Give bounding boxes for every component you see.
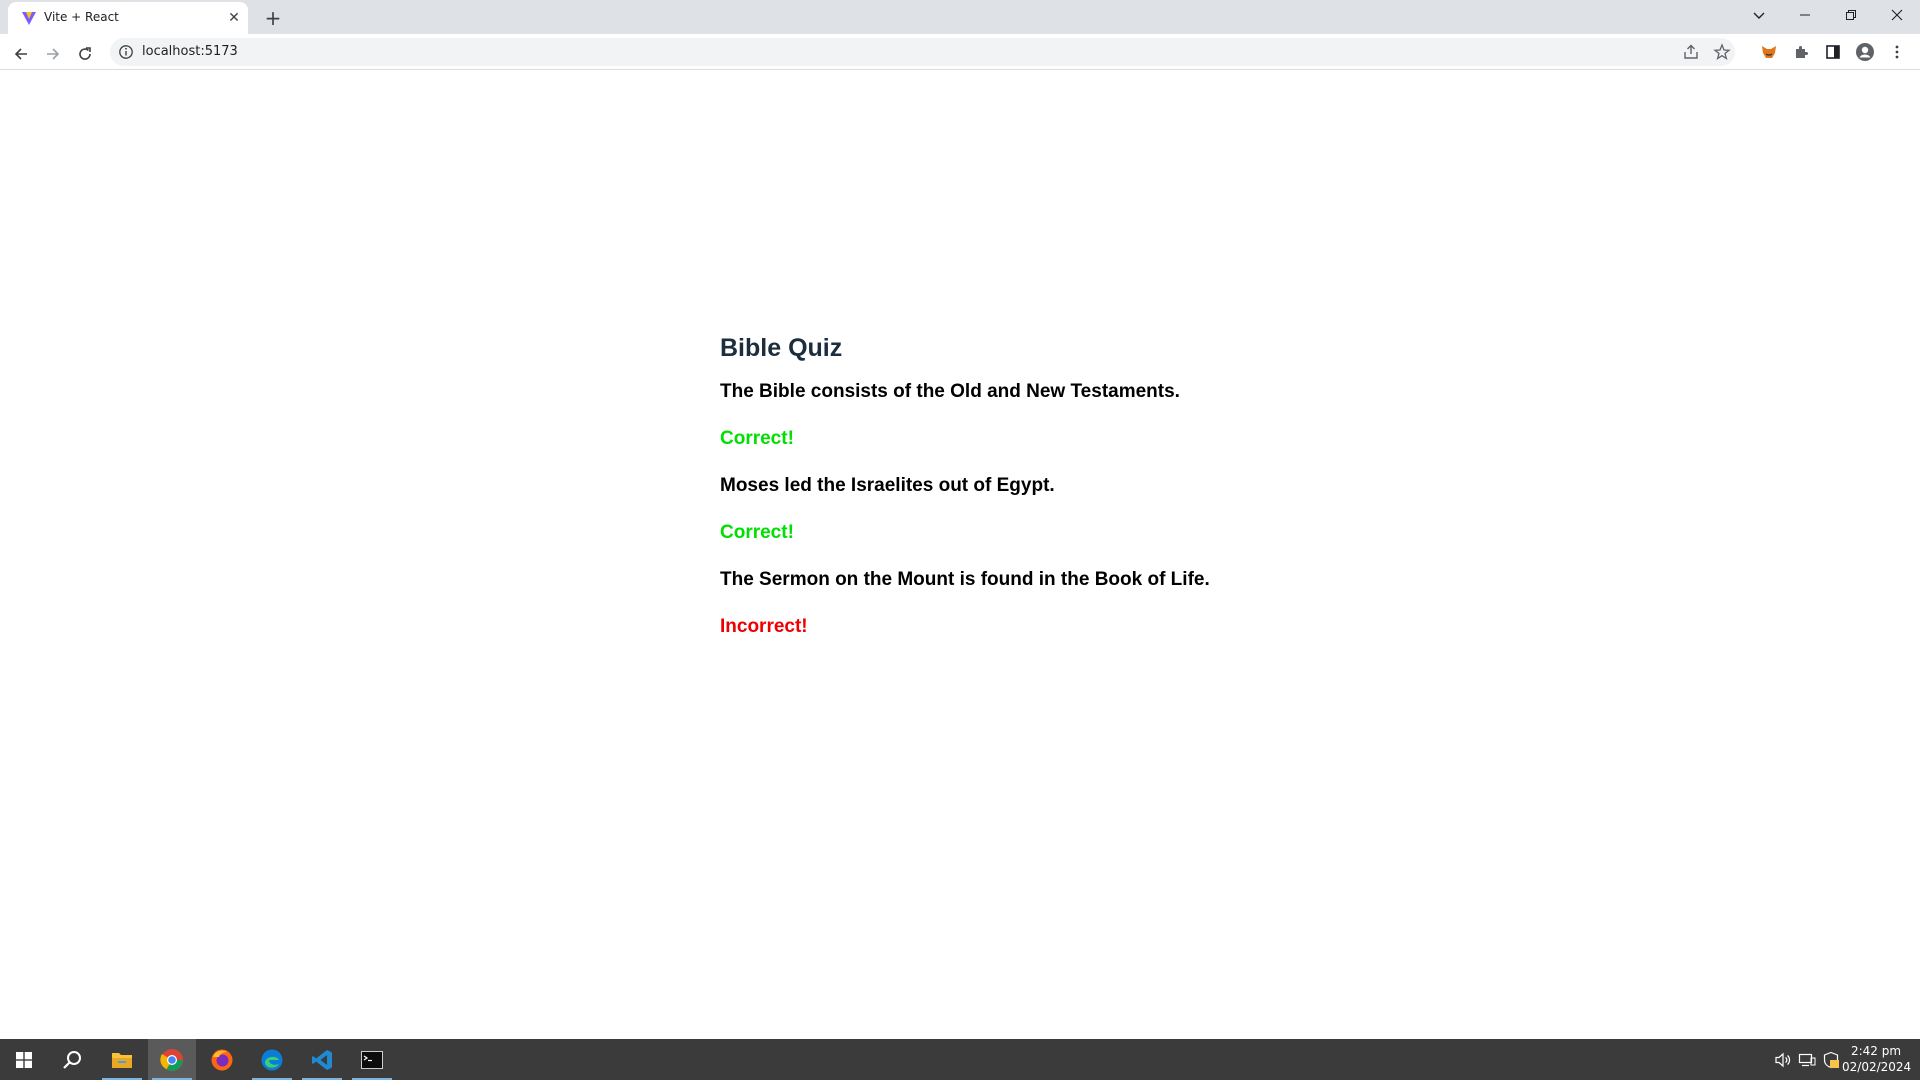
edge-icon bbox=[261, 1049, 283, 1070]
quiz-items: The Bible consists of the Old and New Te… bbox=[720, 378, 1420, 641]
result-correct: Correct! bbox=[720, 428, 794, 449]
profile-button[interactable] bbox=[1854, 41, 1876, 63]
tab-search-button[interactable] bbox=[1736, 0, 1782, 30]
star-icon[interactable] bbox=[1713, 43, 1731, 61]
minimize-button[interactable] bbox=[1782, 0, 1828, 30]
windows-icon bbox=[16, 1051, 32, 1068]
result-correct: Correct! bbox=[720, 522, 794, 543]
menu-button[interactable] bbox=[1886, 41, 1908, 63]
taskbar-clock[interactable]: 2:42 pm 02/02/2024 bbox=[1842, 1043, 1912, 1075]
quiz-question: Moses led the Israelites out of Egypt. bbox=[720, 475, 1055, 496]
forward-button[interactable] bbox=[39, 40, 67, 68]
edge-button[interactable] bbox=[248, 1039, 296, 1080]
terminal-button[interactable] bbox=[348, 1039, 396, 1080]
firefox-icon bbox=[211, 1049, 233, 1070]
side-panel-icon bbox=[1826, 45, 1840, 59]
file-explorer-button[interactable] bbox=[98, 1039, 146, 1080]
arrow-right-icon bbox=[47, 48, 60, 60]
info-icon[interactable] bbox=[118, 44, 134, 60]
chrome-icon bbox=[160, 1048, 183, 1071]
taskbar: 2:42 pm 02/02/2024 bbox=[0, 1039, 1920, 1080]
vscode-button[interactable] bbox=[298, 1039, 346, 1080]
clock-date: 02/02/2024 bbox=[1842, 1060, 1912, 1074]
search-icon bbox=[63, 1050, 81, 1069]
quiz-container: Bible Quiz The Bible consists of the Old… bbox=[720, 331, 1420, 660]
security-shield-icon[interactable] bbox=[1822, 1051, 1840, 1069]
restore-icon bbox=[1846, 10, 1856, 20]
share-icon[interactable] bbox=[1682, 43, 1700, 61]
quiz-question: The Bible consists of the Old and New Te… bbox=[720, 381, 1180, 402]
address-bar[interactable]: localhost:5173 bbox=[110, 38, 1735, 66]
back-button[interactable] bbox=[7, 40, 35, 68]
reload-icon bbox=[79, 47, 91, 60]
vite-logo-icon bbox=[22, 12, 36, 25]
quiz-title: Bible Quiz bbox=[720, 334, 843, 362]
arrow-left-icon bbox=[14, 48, 27, 60]
search-button[interactable] bbox=[48, 1039, 96, 1080]
quiz-question: The Sermon on the Mount is found in the … bbox=[720, 569, 1210, 590]
chrome-button[interactable] bbox=[148, 1039, 196, 1080]
avatar-icon bbox=[1856, 43, 1874, 61]
extensions-button[interactable] bbox=[1790, 41, 1812, 63]
new-tab-button[interactable]: + bbox=[260, 5, 286, 31]
firefox-button[interactable] bbox=[198, 1039, 246, 1080]
url-text: localhost:5173 bbox=[142, 44, 238, 59]
volume-icon[interactable] bbox=[1774, 1051, 1792, 1069]
browser-toolbar: localhost:5173 bbox=[0, 34, 1920, 70]
metamask-extension-button[interactable] bbox=[1758, 41, 1780, 63]
side-panel-button[interactable] bbox=[1822, 41, 1844, 63]
tab-title: Vite + React bbox=[44, 10, 119, 24]
puzzle-icon bbox=[1796, 46, 1808, 58]
terminal-icon bbox=[361, 1050, 383, 1069]
close-window-button[interactable] bbox=[1874, 0, 1920, 30]
folder-icon bbox=[112, 1052, 132, 1068]
close-icon bbox=[1891, 9, 1903, 21]
vscode-icon bbox=[312, 1049, 332, 1070]
network-icon[interactable] bbox=[1798, 1051, 1816, 1069]
tab-close-icon[interactable]: ✕ bbox=[226, 10, 242, 26]
start-button[interactable] bbox=[0, 1039, 48, 1080]
result-incorrect: Incorrect! bbox=[720, 616, 808, 637]
fox-icon bbox=[1762, 46, 1776, 58]
tab-strip: Vite + React ✕ + bbox=[0, 0, 1920, 34]
minimize-icon bbox=[1800, 14, 1810, 16]
clock-time: 2:42 pm bbox=[1850, 1044, 1902, 1058]
kebab-menu-icon bbox=[1895, 45, 1899, 59]
browser-tab[interactable]: Vite + React ✕ bbox=[8, 2, 248, 34]
chevron-down-icon bbox=[1753, 12, 1765, 19]
restore-button[interactable] bbox=[1828, 0, 1874, 30]
reload-button[interactable] bbox=[71, 40, 99, 68]
